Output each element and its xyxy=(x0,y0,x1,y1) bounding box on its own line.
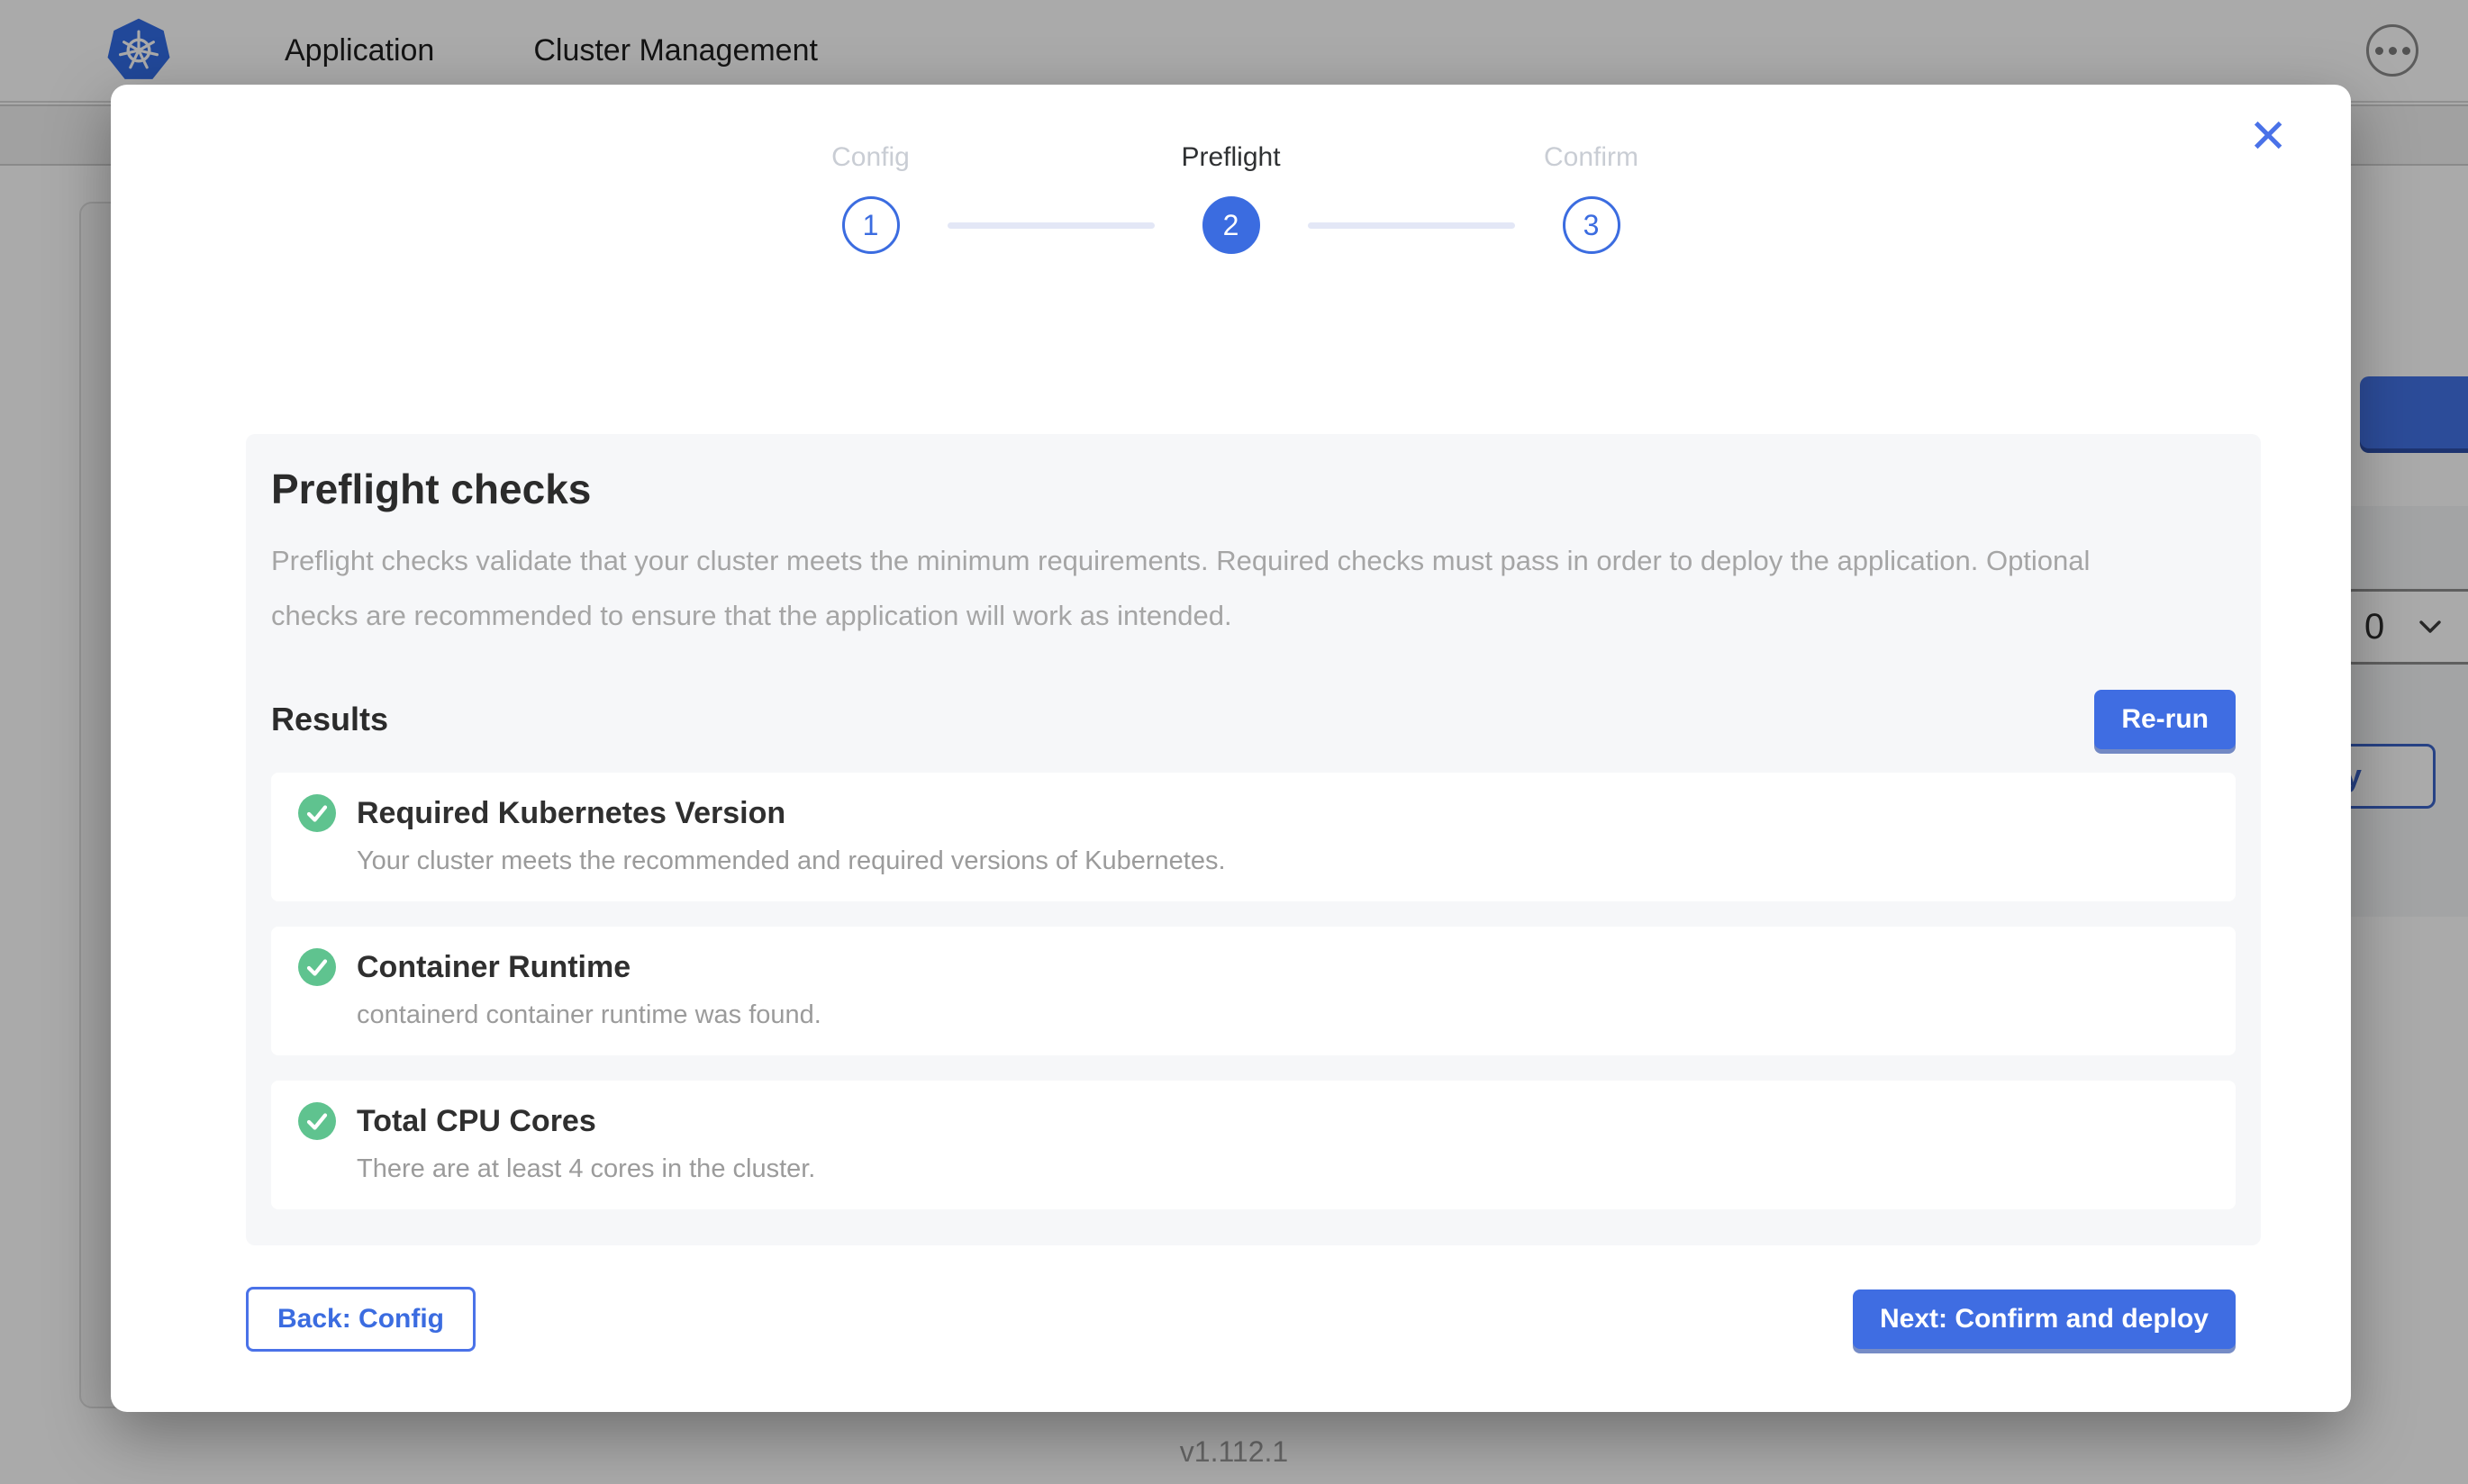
check-results-list: Required Kubernetes Version Your cluster… xyxy=(271,773,2236,1209)
check-message: containerd container runtime was found. xyxy=(357,1000,2209,1030)
check-title: Total CPU Cores xyxy=(357,1104,596,1139)
step-confirm-label: Confirm xyxy=(1544,142,1638,176)
close-icon[interactable]: ✕ xyxy=(2243,108,2293,166)
rerun-button[interactable]: Re-run xyxy=(2094,690,2236,749)
results-heading: Results xyxy=(271,701,388,738)
check-item: Container Runtime containerd container r… xyxy=(271,927,2236,1055)
step-preflight: Preflight 2 xyxy=(1155,142,1308,254)
screen: Application Cluster Management 0 y v1.11… xyxy=(0,0,2468,1484)
step-config-circle[interactable]: 1 xyxy=(842,196,900,254)
check-title: Container Runtime xyxy=(357,950,631,985)
step-preflight-label: Preflight xyxy=(1181,142,1280,176)
modal-footer: Back: Config Next: Confirm and deploy xyxy=(246,1287,2236,1352)
step-confirm-circle[interactable]: 3 xyxy=(1563,196,1620,254)
back-button[interactable]: Back: Config xyxy=(246,1287,476,1352)
step-config-label: Config xyxy=(831,142,910,176)
check-item: Total CPU Cores There are at least 4 cor… xyxy=(271,1081,2236,1209)
check-message: There are at least 4 cores in the cluste… xyxy=(357,1154,2209,1184)
preflight-panel: Preflight checks Preflight checks valida… xyxy=(246,434,2261,1245)
check-message: Your cluster meets the recommended and r… xyxy=(357,846,2209,876)
stepper-connector xyxy=(1308,222,1515,229)
next-confirm-deploy-button[interactable]: Next: Confirm and deploy xyxy=(1853,1289,2236,1349)
check-title: Required Kubernetes Version xyxy=(357,796,785,831)
wizard-stepper: Config 1 Preflight 2 Confirm 3 xyxy=(111,85,2351,254)
page-title: Preflight checks xyxy=(271,465,2236,513)
check-pass-icon xyxy=(298,948,336,986)
stepper-connector xyxy=(948,222,1155,229)
preflight-modal: ✕ Config 1 Preflight 2 Confirm 3 Preflig… xyxy=(111,85,2351,1412)
step-config: Config 1 xyxy=(794,142,948,254)
preflight-description: Preflight checks validate that your clus… xyxy=(271,533,2172,643)
results-header-row: Results Re-run xyxy=(271,690,2236,749)
check-item: Required Kubernetes Version Your cluster… xyxy=(271,773,2236,901)
check-pass-icon xyxy=(298,794,336,832)
check-pass-icon xyxy=(298,1102,336,1140)
step-confirm: Confirm 3 xyxy=(1515,142,1668,254)
step-preflight-circle[interactable]: 2 xyxy=(1202,196,1260,254)
